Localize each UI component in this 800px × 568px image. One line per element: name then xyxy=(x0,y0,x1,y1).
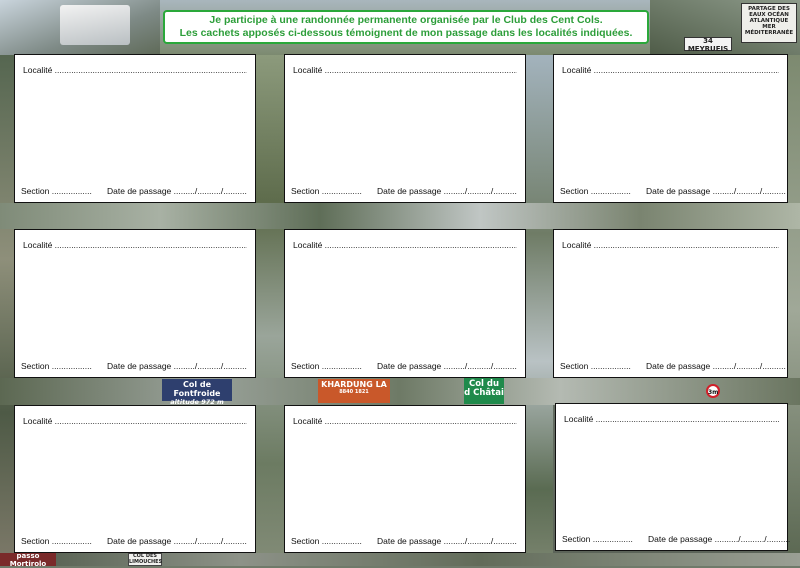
stamp-box-7[interactable]: Localité ...............................… xyxy=(14,405,256,553)
date-de-passage-field: Date de passage ........./........../...… xyxy=(377,186,517,196)
section-field: Section ................. xyxy=(21,186,92,196)
stamp-box-2[interactable]: Localité ...............................… xyxy=(284,54,526,203)
date-de-passage-field: Date de passage ........./........../...… xyxy=(646,361,786,371)
localite-field: Localité ...............................… xyxy=(23,416,247,426)
localite-field: Localité ...............................… xyxy=(23,65,247,75)
meyrueis-sign: 34 MEYRUEIS xyxy=(684,37,732,52)
banner-line-2: Les cachets apposés ci-dessous témoignen… xyxy=(179,27,633,39)
col-du-chatai-sign: Col du d Châtai xyxy=(464,378,504,404)
col-de-fontfroide-sign: Col de Fontfroide altitude 972 m xyxy=(162,379,232,405)
date-de-passage-field: Date de passage ........./........../...… xyxy=(107,361,247,371)
stamp-box-5[interactable]: Localité ...............................… xyxy=(284,229,526,378)
date-de-passage-field: Date de passage ........./........../...… xyxy=(107,536,247,546)
localite-field: Localité ...............................… xyxy=(293,65,517,75)
stamp-box-1[interactable]: Localité ...............................… xyxy=(14,54,256,203)
date-de-passage-field: Date de passage ........../........../..… xyxy=(648,534,791,544)
passo-mortirolo-sign: passo Mortirolo xyxy=(0,552,56,567)
section-field: Section ................. xyxy=(562,534,633,544)
date-de-passage-field: Date de passage ........./........../...… xyxy=(377,536,517,546)
stamp-box-9[interactable]: Localité ...............................… xyxy=(555,403,791,551)
section-field: Section ................. xyxy=(21,361,92,371)
khardung-la-sign: KHARDUNG LA 8840 1821 xyxy=(318,379,390,403)
participation-banner: Je participe à une randonnée permanente … xyxy=(163,10,649,44)
localite-field: Localité ...............................… xyxy=(293,416,517,426)
stamp-box-6[interactable]: Localité ...............................… xyxy=(553,229,788,378)
col-des-limouches-sign: COL DES LIMOUCHES xyxy=(128,553,163,566)
banner-line-1: Je participe à une randonnée permanente … xyxy=(209,14,603,26)
section-field: Section ................. xyxy=(291,186,362,196)
date-de-passage-field: Date de passage ........./........../...… xyxy=(377,361,517,371)
localite-field: Localité ...............................… xyxy=(293,240,517,250)
stamp-box-3[interactable]: Localité ...............................… xyxy=(553,54,788,203)
height-limit-road-sign: 3m xyxy=(706,384,720,398)
stamp-box-4[interactable]: Localité ...............................… xyxy=(14,229,256,378)
section-field: Section ................. xyxy=(291,361,362,371)
section-field: Section ................. xyxy=(560,186,631,196)
localite-field: Localité ...............................… xyxy=(562,65,779,75)
section-field: Section ................. xyxy=(291,536,362,546)
localite-field: Localité ...............................… xyxy=(23,240,247,250)
section-field: Section ................. xyxy=(560,361,631,371)
localite-field: Localité ...............................… xyxy=(564,414,779,424)
date-de-passage-field: Date de passage ........./........../...… xyxy=(646,186,786,196)
partage-des-eaux-sign: PARTAGE DES EAUX OCÉAN ATLANTIQUE MER MÉ… xyxy=(741,3,797,43)
section-field: Section ................. xyxy=(21,536,92,546)
date-de-passage-field: Date de passage ........./........../...… xyxy=(107,186,247,196)
localite-field: Localité ...............................… xyxy=(562,240,779,250)
stamp-box-8[interactable]: Localité ...............................… xyxy=(284,405,526,553)
